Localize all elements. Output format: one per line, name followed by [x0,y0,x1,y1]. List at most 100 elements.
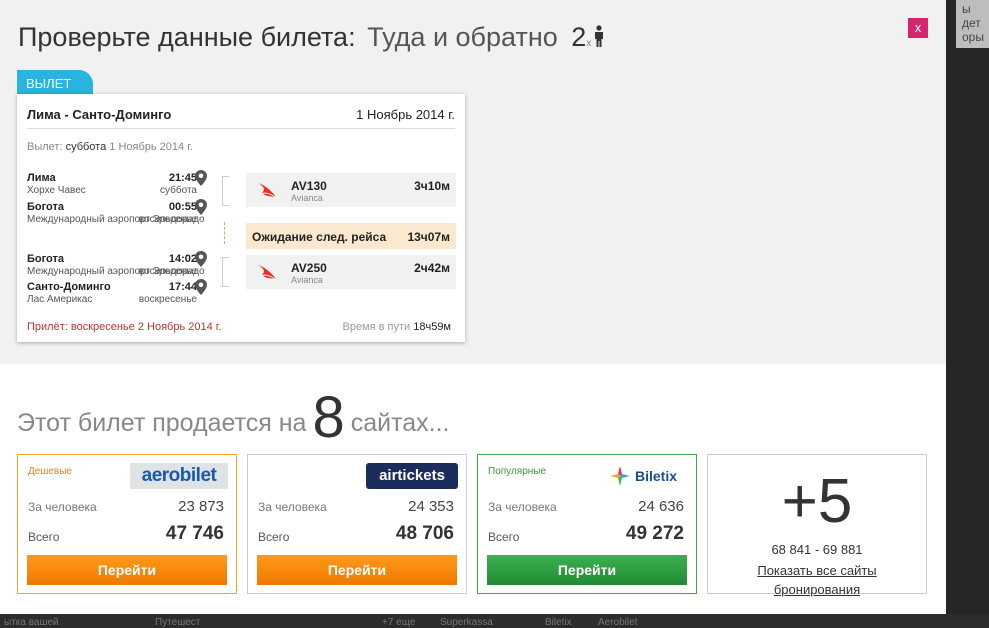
from-city: Лима [27,172,56,184]
to-time: 00:55 [168,201,197,213]
per-person-label: За человека [488,500,557,514]
flight-number: AV130 [291,179,327,193]
to-airport: Лас Америкас [27,294,93,305]
from-city: Богота [27,253,65,265]
sites-heading: Этот билет продается на 8 сайтах... [17,384,450,451]
route-date: 1 Ноябрь 2014 г. [356,107,455,122]
brand-name: aerobilet [141,465,217,486]
background-text: +7 еще [382,617,416,628]
per-person-price: 24 636 [638,498,684,515]
background-page-fragment: ы дет оры в [956,0,989,48]
background-text: ытка вашей [4,617,59,628]
from-day: воскресенье [138,266,197,277]
more-sites-count: +5 [781,467,853,536]
more-sites-card: +5 68 841 - 69 881 Показать все сайты бр… [707,454,927,597]
per-person-price: 23 873 [178,498,224,515]
background-text: Aerobilet [598,617,638,628]
passenger-multiplier: x [586,38,592,49]
total-time-value: 18ч59м [413,321,451,333]
tab-departure[interactable]: ВЫЛЕТ [17,70,93,96]
sites-heading-suffix: сайтах... [350,409,450,437]
divider [27,128,455,129]
flight-duration: 2ч42м [414,261,450,275]
segment-bracket [222,176,229,206]
trip-type: Туда и обратно [367,22,558,52]
offer-card-biletix: Популярные Biletix За человека 24 636 Вс… [477,454,697,594]
airline-name: Avianca [291,275,323,285]
passenger-number: 2 [571,22,587,52]
background-text: Superkassa [440,617,493,628]
sites-heading-prefix: Этот билет продается на [17,409,307,437]
ticket-details-modal: x Проверьте данные билета: Туда и обратн… [0,0,946,614]
modal-title: Проверьте данные билета: Туда и обратно … [18,22,605,53]
per-person-price: 24 353 [408,498,454,515]
brand-name: airtickets [379,467,445,484]
arrival-info: Прилёт: воскресенье 2 Ноябрь 2014 г. [27,321,222,333]
total-price: 47 746 [165,523,224,544]
total-label: Всего [488,530,520,544]
departure-line: Вылет: суббота 1 Ноябрь 2014 г. [27,141,193,153]
passenger-count: 2x [571,22,605,52]
to-city: Санто-Доминго [27,281,111,293]
background-page-footer: ытка вашей Путешест +7 еще Superkassa Bi… [0,614,989,628]
flight-number: AV250 [291,261,327,275]
layover-label: Ожидание след. рейса [252,230,387,244]
brand-name: Biletix [635,468,678,484]
map-pin-icon [195,251,207,267]
map-pin-icon [195,279,207,295]
flight-info-1: AV130 Avianca 3ч10м [246,173,456,207]
show-all-sites-link[interactable]: Показать все сайты бронирования [728,561,906,599]
total-label: Всего [258,530,290,544]
background-text: Путешест [155,617,201,628]
layover-duration: 13ч07м [407,230,450,244]
flight-info-2: AV250 Avianca 2ч42м [246,255,456,289]
total-price: 48 706 [395,523,454,544]
departure-prefix: Вылет: [27,141,63,153]
segment-1: Лима 21:45 Хорхе Чавес суббота Богота 00… [27,172,209,228]
background-overlay-right [946,0,989,628]
from-airport: Хорхе Чавес [27,185,86,196]
total-label: Всего [28,530,60,544]
popular-badge: Популярные [488,466,547,477]
cheapest-badge: Дешевые [28,466,72,477]
to-day: воскресенье [138,294,197,305]
aerobilet-logo: aerobilet [130,463,228,489]
go-button[interactable]: Перейти [257,555,457,585]
biletix-star-icon [610,466,630,486]
per-person-label: За человека [258,500,327,514]
biletix-logo: Biletix [608,463,688,489]
offer-card-airtickets: airtickets За человека 24 353 Всего 48 7… [247,454,467,594]
to-city: Богота [27,201,65,213]
airline-logo-icon [258,183,276,197]
segment-bracket [222,257,229,287]
per-person-label: За человека [28,500,97,514]
map-pin-icon [195,170,207,186]
close-button[interactable]: x [908,18,928,38]
layover-connector [224,222,225,244]
route-title: Лима - Санто-Доминго [27,107,172,122]
to-time: 17:44 [168,281,197,293]
airline-name: Avianca [291,193,323,203]
total-time-label: Время в пути [342,321,411,333]
from-day: суббота [160,185,197,196]
airtickets-logo: airtickets [366,463,458,489]
person-icon [595,25,604,47]
background-text: Biletix [545,617,572,628]
go-button[interactable]: Перейти [27,555,227,585]
from-time: 21:45 [168,172,197,184]
from-time: 14:02 [168,253,197,265]
to-day: воскресенье [138,214,197,225]
flight-duration: 3ч10м [414,179,450,193]
departure-date: 1 Ноябрь 2014 г. [109,141,193,153]
airline-logo-icon [258,265,276,279]
modal-title-text: Проверьте данные билета: [18,22,356,52]
go-button[interactable]: Перейти [487,555,687,585]
segment-2: Богота 14:02 Международный аэропорт Эльд… [27,253,209,309]
total-travel-time: Время в пути 18ч59м [342,321,451,333]
background-text: ы дет оры в [962,2,984,48]
layover-info: Ожидание след. рейса 13ч07м [246,223,456,249]
more-sites-price-range: 68 841 - 69 881 [771,542,863,557]
offer-card-aerobilet: Дешевые aerobilet За человека 23 873 Все… [17,454,237,594]
map-pin-icon [195,199,207,215]
total-price: 49 272 [625,523,684,544]
